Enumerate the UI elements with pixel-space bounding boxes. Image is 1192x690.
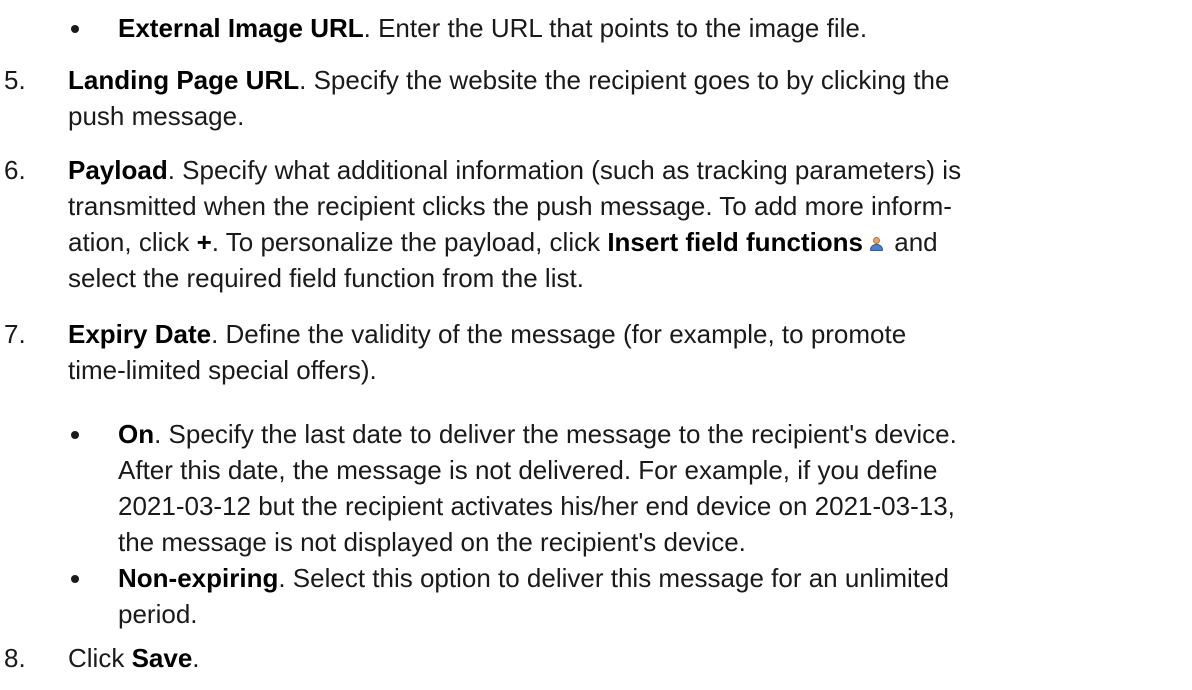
option-label: Non-expiring bbox=[118, 563, 279, 593]
step-number: 7. bbox=[4, 319, 26, 349]
step-number: 5. bbox=[4, 65, 26, 95]
bullet-dot bbox=[71, 431, 79, 439]
person-icon bbox=[869, 236, 884, 252]
insert-field-functions-label: Insert field functions bbox=[607, 227, 864, 257]
step-text: Expiry Date. Define the validity of the … bbox=[68, 319, 907, 385]
step-label: Payload bbox=[68, 155, 168, 185]
save-label: Save bbox=[131, 643, 193, 673]
bullet-dot bbox=[71, 575, 79, 583]
step-number: 8. bbox=[4, 643, 26, 673]
bullet-dot bbox=[71, 25, 79, 33]
step-text: Click Save. bbox=[68, 643, 200, 673]
step-text: Landing Page URL. Specify the website th… bbox=[68, 65, 950, 131]
option-label: External Image URL bbox=[118, 13, 364, 43]
option-label: On bbox=[118, 419, 155, 449]
step-number: 6. bbox=[4, 155, 26, 185]
plus-symbol: + bbox=[196, 227, 212, 257]
step-label: Landing Page URL bbox=[68, 65, 300, 95]
step-text: Payload. Specify what additional informa… bbox=[68, 155, 962, 293]
step-label: Expiry Date bbox=[68, 319, 212, 349]
bullet-text: Non-expiring. Select this option to deli… bbox=[118, 563, 949, 629]
bullet-text: On. Specify the last date to deliver the… bbox=[118, 419, 957, 557]
bullet-text: External Image URL. Enter the URL that p… bbox=[118, 13, 868, 43]
